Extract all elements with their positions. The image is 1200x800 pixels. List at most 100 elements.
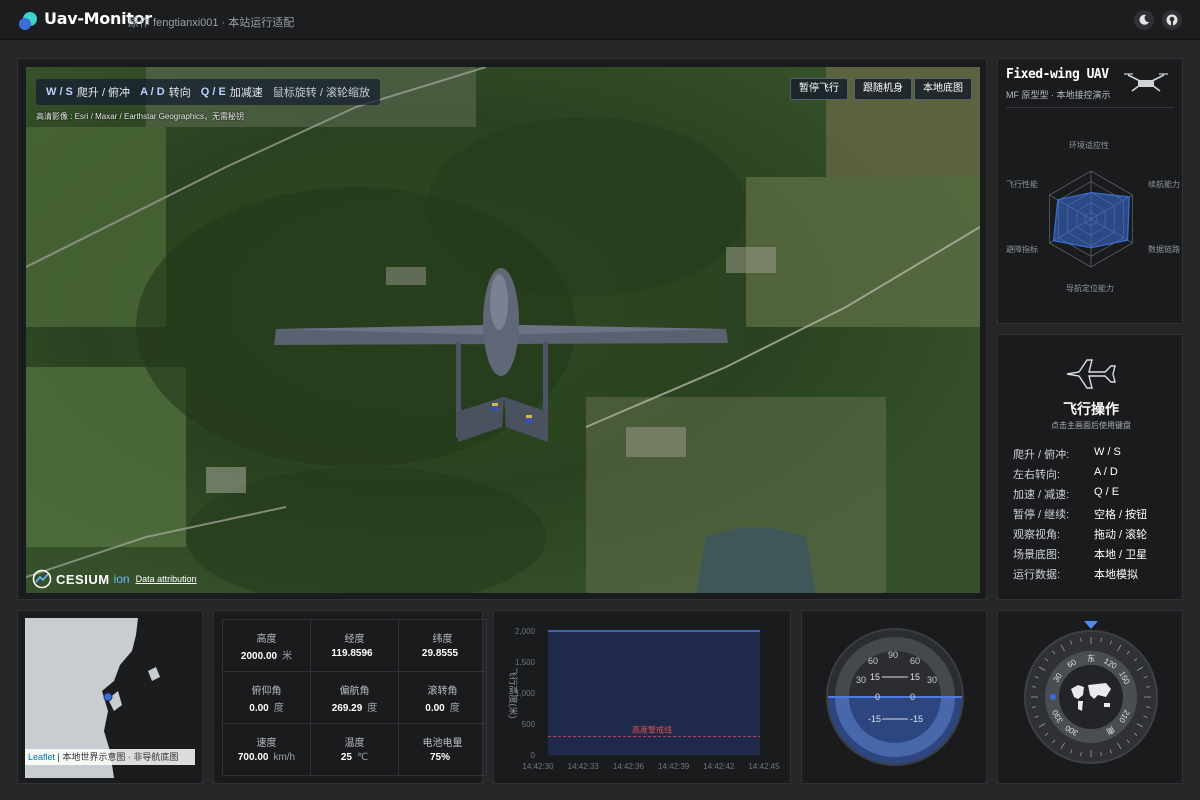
- cesium-icon: [32, 569, 52, 589]
- telemetry-value: 2000.00 米: [223, 647, 310, 662]
- roll-tick: 60: [910, 656, 920, 666]
- telemetry-number: 0.00: [425, 703, 445, 714]
- telemetry-unit: ℃: [356, 752, 369, 763]
- telemetry-number: 25: [340, 752, 352, 763]
- ops-row: 观察视角: 拖动 / 滚轮: [1013, 526, 1178, 542]
- ops-key: 左右转向:: [1013, 469, 1061, 481]
- roll-tick: 30: [927, 675, 937, 685]
- threshold-label: 高度警戒线: [632, 724, 672, 734]
- telemetry-cell: 温度 25 ℃: [311, 724, 399, 776]
- ops-value: A / D: [1094, 466, 1118, 478]
- pitch-tick: 0: [875, 692, 880, 702]
- compass-panel: 30 60 东 120 150 210 南 300 330: [997, 610, 1183, 784]
- telemetry-label: 经度: [344, 634, 365, 645]
- github-link-button[interactable]: [1162, 10, 1182, 30]
- heading-marker: [1050, 694, 1056, 700]
- hint-text: 爬升 / 俯冲: [76, 87, 131, 99]
- x-tick-label: 14:42:39: [658, 762, 690, 771]
- divider: [1006, 107, 1174, 108]
- moon-icon: [1139, 14, 1149, 25]
- telemetry-cell: 偏航角 269.29 度: [311, 672, 399, 724]
- telemetry-value: 0.00 度: [399, 699, 486, 714]
- data-attribution-link[interactable]: Data attribution: [136, 574, 197, 584]
- telemetry-number: 29.8555: [421, 648, 459, 659]
- mouse-hint: 鼠标旋转 / 滚轮缩放: [272, 87, 370, 99]
- telemetry-label: 速度: [256, 738, 277, 749]
- telemetry-unit: 度: [273, 703, 284, 714]
- telemetry-cell: 滚转角 0.00 度: [399, 672, 487, 724]
- telemetry-number: 0.00: [249, 703, 269, 714]
- radar-label: 避障指标: [1006, 245, 1038, 254]
- follow-camera-button[interactable]: 跟随机身: [854, 78, 912, 100]
- keyboard-hint-bar: W / S 爬升 / 俯冲 A / D 转向 Q / E 加减速 鼠标旋转 / …: [36, 79, 380, 105]
- pitch-tick: -15: [910, 714, 923, 724]
- telemetry-value: 29.8555: [399, 647, 486, 659]
- hint-keys: W / S: [46, 86, 73, 98]
- ops-row: 左右转向: A / D: [1013, 466, 1178, 482]
- telemetry-label: 温度: [344, 738, 365, 749]
- altitude-chart: 05001,0001,5002,000飞行高度(米)14:42:30 14:42:…: [508, 627, 780, 771]
- cesium-viewer-panel: W / S 爬升 / 俯冲 A / D 转向 Q / E 加减速 鼠标旋转 / …: [17, 58, 987, 600]
- map-attribution-text: | 本地世界示意图 · 非导航底图: [55, 752, 179, 762]
- telemetry-number: 269.29: [331, 703, 363, 714]
- telemetry-panel: 高度 2000.00 米 经度 119.8596 纬度 29.8555 俯仰角 0.00 度 偏航角…: [213, 610, 488, 784]
- pitch-tick: 15: [870, 672, 880, 682]
- telemetry-unit: 度: [449, 703, 460, 714]
- x-tick-label: 14:42:30: [522, 762, 554, 771]
- telemetry-label: 俯仰角: [251, 686, 282, 697]
- telemetry-number: 119.8596: [331, 648, 373, 659]
- imagery-credit: 高清影像 : Esri / Maxar / Earthstar Geograph…: [36, 112, 245, 121]
- ops-title: 飞行操作: [1063, 401, 1119, 417]
- telemetry-cell: 电池电量 75%: [399, 724, 487, 776]
- radar-label: 数据链路: [1148, 245, 1180, 254]
- theme-toggle-button[interactable]: [1134, 10, 1154, 30]
- uav-marker: [103, 692, 113, 702]
- telemetry-cell: 俯仰角 0.00 度: [223, 672, 311, 724]
- basemap-toggle-button[interactable]: 本地底图: [914, 78, 972, 100]
- telemetry-value: 0.00 度: [223, 699, 310, 714]
- altitude-chart-panel: 0 500 1,000 1,500 2,000 飞行高度(米) 14:42:30 14:42:…: [493, 610, 791, 784]
- drone-icon: [1124, 73, 1168, 92]
- telemetry-unit: km/h: [273, 752, 296, 763]
- pitch-tick: 15: [910, 672, 920, 682]
- telemetry-label: 滚转角: [427, 686, 458, 697]
- telemetry-label: 高度: [256, 634, 277, 645]
- ops-value: W / S: [1094, 446, 1121, 458]
- ops-value: Q / E: [1094, 486, 1120, 498]
- x-tick-label: 14:42:45: [748, 762, 780, 771]
- ops-key: 场景底图:: [1013, 549, 1061, 561]
- flight-operations-card: 飞行操作 点击主画面后使用键盘 爬升 / 俯冲: W / S 左右转向: A / D…: [997, 334, 1183, 600]
- app-header: Uav-Monitor 原作 fengtianxi001 · 本站运行适配: [0, 0, 1200, 40]
- hint-text: 转向: [168, 87, 191, 99]
- cesium-brand: CESIUM: [56, 571, 110, 587]
- ops-row: 暂停 / 继续: 空格 / 按钮: [1013, 506, 1178, 522]
- cesium-logo: CESIUM ion Data attribution: [32, 569, 197, 589]
- telemetry-label: 偏航角: [339, 686, 370, 697]
- telemetry-cell: 速度 700.00 km/h: [223, 724, 311, 776]
- y-tick-label: 2,000: [515, 627, 536, 636]
- leaflet-link[interactable]: Leaflet: [28, 752, 55, 762]
- telemetry-label: 纬度: [432, 634, 453, 645]
- map-attribution: Leaflet | 本地世界示意图 · 非导航底图: [25, 749, 195, 765]
- mini-map[interactable]: Leaflet | 本地世界示意图 · 非导航底图: [17, 610, 203, 784]
- radar-label: 飞行性能: [1006, 180, 1038, 189]
- telemetry-number: 2000.00: [240, 651, 278, 662]
- heading-compass: 3060 东 120150210南300330: [1024, 621, 1158, 764]
- telemetry-cell: 高度 2000.00 米: [223, 620, 311, 672]
- app-logo-icon: [19, 12, 37, 30]
- ops-key: 爬升 / 俯冲:: [1013, 449, 1070, 461]
- pause-flight-button[interactable]: 暂停飞行: [790, 78, 848, 100]
- heading-pointer-icon: [1084, 621, 1098, 629]
- attitude-indicator: 30 60 90 60 30 15 15 0 0 -15 -15: [826, 628, 964, 766]
- uav-model-text: MF 原型型 · 本地接控演示: [1006, 90, 1111, 100]
- x-tick-label: 14:42:42: [703, 762, 735, 771]
- ops-value: 本地 / 卫星: [1094, 549, 1148, 561]
- roll-tick: 30: [856, 675, 866, 685]
- ops-value: 空格 / 按钮: [1094, 509, 1148, 521]
- y-tick-label: 0: [531, 751, 536, 760]
- x-tick-label: 14:42:36: [613, 762, 645, 771]
- cesium-3d-scene[interactable]: W / S 爬升 / 俯冲 A / D 转向 Q / E 加减速 鼠标旋转 / …: [26, 67, 980, 593]
- telemetry-label: 电池电量: [422, 738, 463, 749]
- radar-label: 导航定位能力: [1066, 284, 1114, 293]
- roll-tick: 90: [888, 650, 898, 660]
